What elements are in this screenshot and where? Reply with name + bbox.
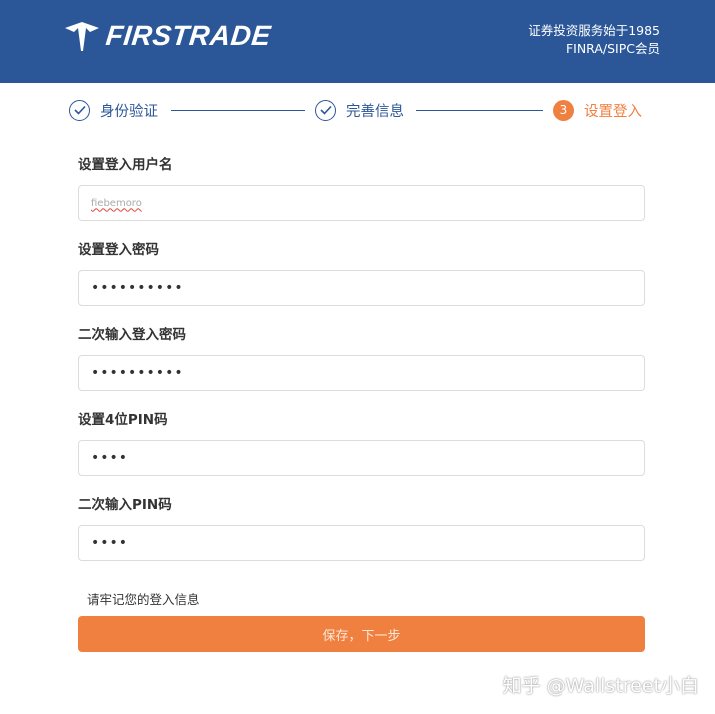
- zhihu-watermark: 知乎 @Wallstreet小白: [502, 675, 699, 697]
- username-input[interactable]: fiebemoro: [78, 185, 645, 221]
- firstrade-arrow-icon: [65, 22, 99, 51]
- username-value: fiebemoro: [91, 197, 142, 209]
- save-next-button[interactable]: 保存，下一步: [78, 616, 645, 652]
- step-label: 完善信息: [346, 103, 404, 120]
- password-input[interactable]: ••••••••••: [78, 270, 645, 306]
- step-connector: [416, 110, 543, 111]
- firstrade-logo[interactable]: FIRSTRADE: [64, 18, 273, 54]
- password-label: 设置登入密码: [78, 242, 159, 258]
- step-complete-info: 完善信息: [315, 96, 404, 124]
- check-circle-icon: [315, 99, 336, 121]
- tagline-line-2: FINRA/SIPC会员: [565, 41, 660, 56]
- step-identity-verification: 身份验证: [69, 96, 158, 124]
- step-number-badge: 3: [553, 99, 574, 121]
- brand-name: FIRSTRADE: [104, 20, 273, 51]
- step-connector: [171, 110, 305, 111]
- header-tagline: 证券投资服务始于1985 FINRA/SIPC会员: [528, 22, 660, 58]
- pin-confirm-input[interactable]: ••••: [78, 525, 645, 561]
- username-label: 设置登入用户名: [78, 157, 173, 173]
- step-set-login: 3 设置登入: [553, 96, 642, 124]
- tagline-line-1: 证券投资服务始于1985: [528, 23, 660, 38]
- password-confirm-field-group: 二次输入登入密码 ••••••••••: [78, 325, 645, 391]
- pin-label: 设置4位PIN码: [78, 412, 168, 428]
- password-field-group: 设置登入密码 ••••••••••: [78, 240, 645, 306]
- check-circle-icon: [69, 99, 90, 121]
- username-field-group: 设置登入用户名 fiebemoro: [78, 155, 645, 221]
- step-label: 设置登入: [584, 103, 642, 120]
- password-confirm-label: 二次输入登入密码: [78, 327, 186, 343]
- pin-confirm-field-group: 二次输入PIN码 ••••: [78, 495, 645, 561]
- pin-input[interactable]: ••••: [78, 440, 645, 476]
- remember-login-notice: 请牢记您的登入信息: [87, 592, 200, 607]
- step-label: 身份验证: [100, 103, 158, 120]
- password-confirm-input[interactable]: ••••••••••: [78, 355, 645, 391]
- header-bar: FIRSTRADE 证券投资服务始于1985 FINRA/SIPC会员: [0, 0, 715, 83]
- pin-confirm-label: 二次输入PIN码: [78, 497, 172, 513]
- progress-steps: 身份验证 完善信息 3 设置登入: [0, 96, 715, 124]
- pin-field-group: 设置4位PIN码 ••••: [78, 410, 645, 476]
